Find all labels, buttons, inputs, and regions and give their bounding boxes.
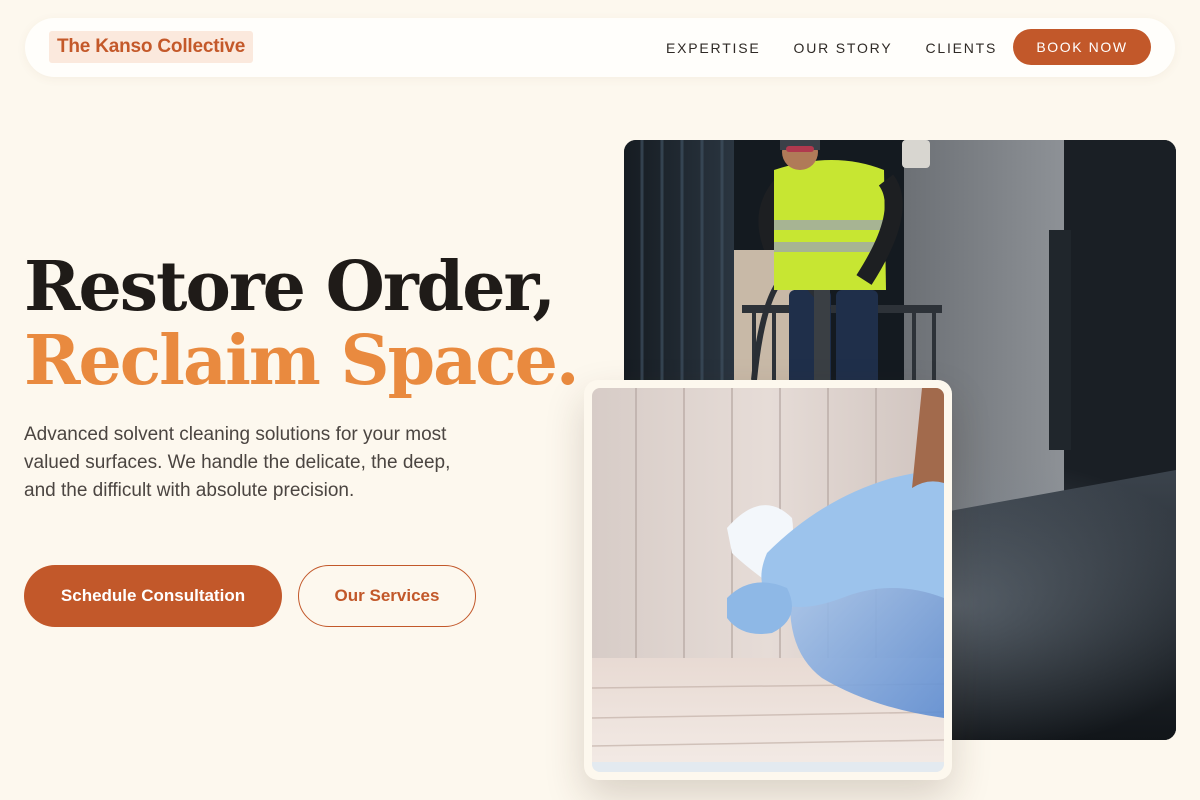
- hero-headline: Restore Order, Reclaim Space.: [24, 247, 580, 401]
- our-services-button[interactable]: Our Services: [298, 565, 476, 627]
- nav-link-our-story[interactable]: OUR STORY: [794, 40, 893, 56]
- nav-links: EXPERTISE OUR STORY CLIENTS: [666, 18, 1030, 77]
- nav-link-clients[interactable]: CLIENTS: [925, 40, 997, 56]
- inset-photo-frame: [584, 380, 952, 780]
- nav-link-expertise[interactable]: EXPERTISE: [666, 40, 761, 56]
- spray-bottle-illustration: [592, 388, 944, 772]
- schedule-consultation-button[interactable]: Schedule Consultation: [24, 565, 282, 627]
- headline-line-1: Restore Order,: [24, 247, 556, 327]
- inset-photo-spray-bottle: [592, 388, 944, 772]
- brand-logo[interactable]: The Kanso Collective: [49, 31, 254, 63]
- headline-line-2: Reclaim Space.: [24, 321, 580, 401]
- landing-page: The Kanso Collective EXPERTISE OUR STORY…: [0, 0, 1200, 800]
- hero-description: Advanced solvent cleaning solutions for …: [24, 424, 451, 501]
- book-now-button[interactable]: BOOK NOW: [1013, 29, 1151, 65]
- top-navbar: The Kanso Collective EXPERTISE OUR STORY…: [25, 18, 1175, 77]
